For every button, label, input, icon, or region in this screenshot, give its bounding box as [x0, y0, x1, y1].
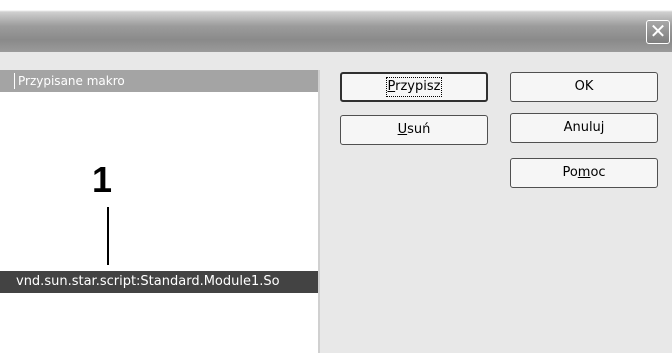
list-item-selected[interactable]: vnd.sun.star.script:Standard.Module1.So	[0, 271, 318, 293]
ok-label: OK	[574, 79, 594, 94]
callout-number: 1	[92, 159, 113, 200]
assign-button-focus: Przypisz	[385, 77, 443, 97]
remove-label-post: suń	[407, 122, 431, 137]
cancel-button[interactable]: Anuluj	[510, 113, 658, 143]
ok-button[interactable]: OK	[510, 72, 658, 102]
macro-dialog: ✕ Przypisane makro 1 vnd.sun.star.script…	[0, 0, 672, 353]
help-label-pre: Po	[562, 165, 578, 180]
remove-button[interactable]: Usuń	[340, 115, 488, 145]
cancel-label: Anuluj	[563, 120, 605, 135]
assign-button[interactable]: Przypisz	[340, 72, 488, 102]
help-button[interactable]: Pomoc	[510, 158, 658, 188]
list-item-label: vnd.sun.star.script:Standard.Module1.So	[16, 274, 280, 289]
assign-label-post: rzypisz	[395, 79, 441, 94]
title-bar: ✕	[0, 0, 672, 52]
remove-label-mnemonic: U	[397, 122, 408, 137]
list-column-header[interactable]: Przypisane makro	[0, 70, 318, 92]
close-button[interactable]: ✕	[646, 20, 670, 44]
help-label-post: oc	[590, 165, 606, 180]
assign-label-mnemonic: P	[387, 79, 396, 94]
callout-line	[107, 207, 109, 265]
list-column-header-label: Przypisane makro	[18, 74, 125, 88]
help-label-mnemonic: m	[577, 165, 591, 180]
assigned-macro-list[interactable]: Przypisane makro 1 vnd.sun.star.script:S…	[0, 70, 320, 353]
close-icon: ✕	[649, 19, 667, 43]
column-separator	[14, 73, 15, 89]
